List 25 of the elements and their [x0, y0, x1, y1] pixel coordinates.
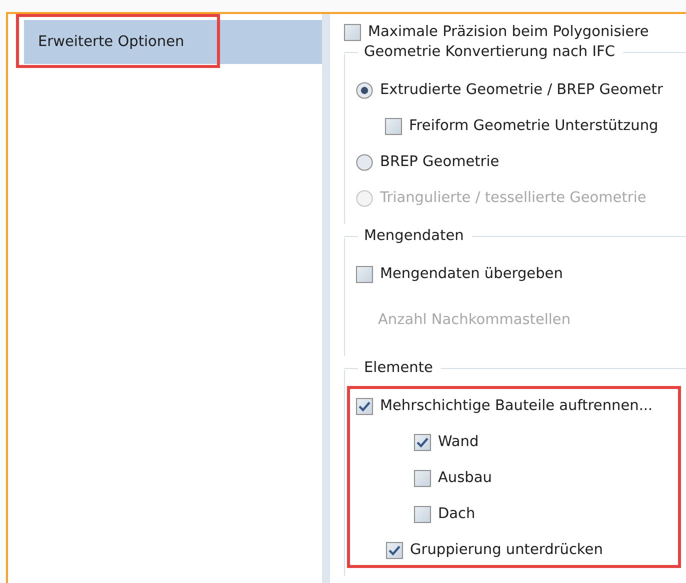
checkbox[interactable]: [344, 24, 361, 40]
radio-label: Triangulierte / tessellierte Geometrie: [380, 190, 646, 206]
checkbox-label: Freiform Geometrie Unterstützung: [409, 118, 658, 134]
checkbox[interactable]: [414, 506, 431, 522]
checkbox-label: Wand: [438, 434, 479, 450]
group-title: Mengendaten: [364, 228, 464, 244]
radio-button[interactable]: [356, 154, 373, 170]
checkbox-label: Mengendaten übergeben: [380, 266, 563, 282]
selected-radio-button[interactable]: [356, 82, 373, 98]
checkbox-label: Gruppierung unterdrücken: [410, 542, 603, 558]
checkbox-label: Mehrschichtige Bauteile auftrennen...: [380, 398, 653, 414]
checkbox-label: Ausbau: [438, 470, 492, 486]
checkbox[interactable]: [414, 470, 431, 486]
sidebar-item[interactable]: Erweiterte Optionen: [24, 20, 322, 64]
checked-checkbox[interactable]: [386, 542, 403, 558]
group-title: Geometrie Konvertierung nach IFC: [364, 44, 615, 60]
field-label: Anzahl Nachkommastellen: [378, 312, 571, 328]
radio-label: Extrudierte Geometrie / BREP Geometr: [380, 82, 663, 98]
checkbox-label: Maximale Präzision beim Polygonisiere: [368, 24, 649, 40]
checkbox[interactable]: [385, 118, 402, 134]
checkbox-label: Dach: [438, 506, 476, 522]
checkbox[interactable]: [356, 266, 373, 282]
checked-checkbox[interactable]: [414, 434, 431, 450]
radio-label: BREP Geometrie: [380, 154, 500, 170]
checked-checkbox[interactable]: [356, 398, 373, 414]
